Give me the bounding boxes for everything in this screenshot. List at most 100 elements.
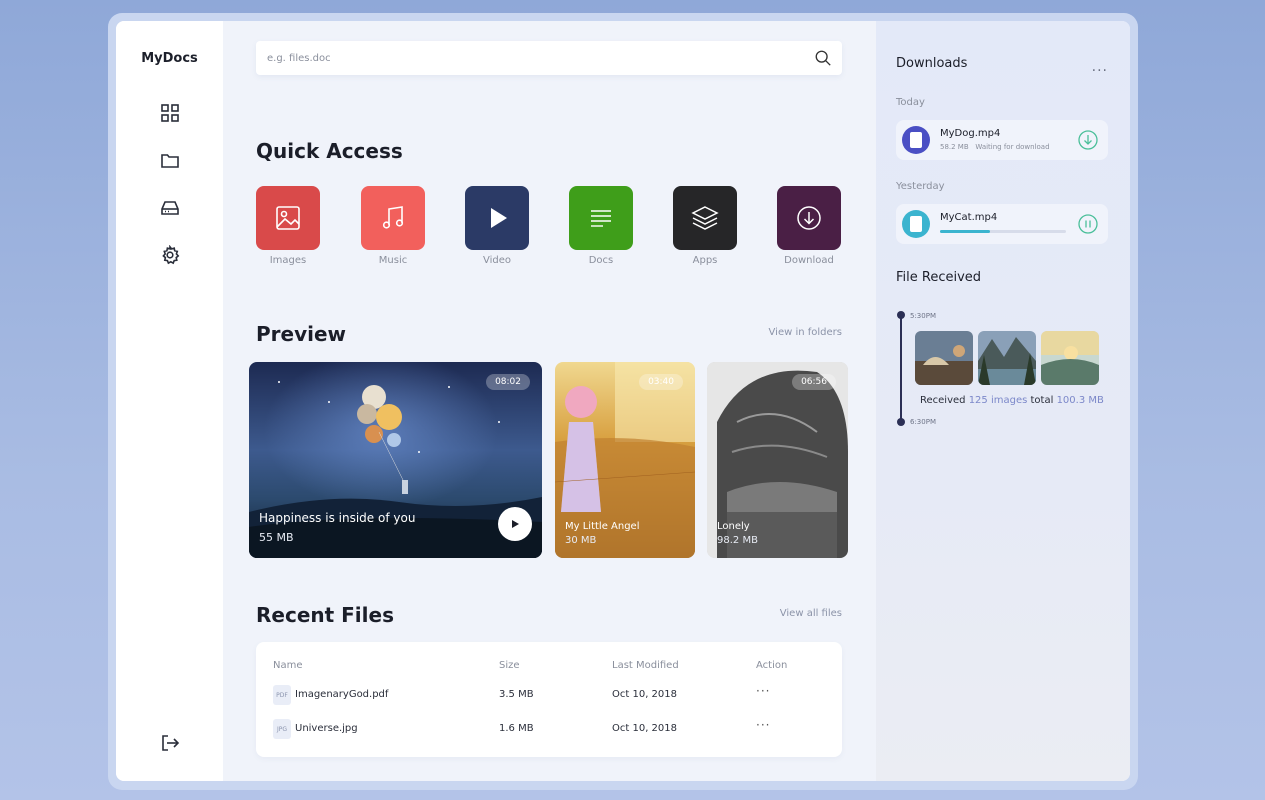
received-count: 125 images bbox=[968, 395, 1028, 406]
download-progress-bar bbox=[940, 230, 1066, 233]
logout-icon[interactable] bbox=[158, 731, 182, 755]
download-progress-fill bbox=[940, 230, 991, 233]
jpg-file-icon: JPG bbox=[273, 719, 291, 739]
music-tile[interactable] bbox=[361, 186, 425, 250]
docs-label: Docs bbox=[588, 255, 614, 266]
received-mid: total bbox=[1030, 395, 1054, 406]
column-header-last-modified[interactable]: Last Modified bbox=[612, 660, 679, 671]
file-received-title: File Received bbox=[896, 270, 982, 285]
card-size: 98.2 MB bbox=[717, 535, 758, 546]
file-modified: Oct 10, 2018 bbox=[612, 689, 677, 700]
quick-access-apps[interactable]: Apps bbox=[672, 186, 738, 266]
timeline-end-dot bbox=[897, 418, 905, 426]
card-size: 55 MB bbox=[259, 531, 294, 544]
video-file-icon bbox=[902, 210, 930, 238]
pdf-file-icon: PDF bbox=[273, 685, 291, 705]
duration-badge: 08:02 bbox=[486, 374, 530, 390]
recent-files-table: Name Size Last Modified Action PDF Image… bbox=[256, 642, 842, 757]
document-lines-icon bbox=[591, 210, 611, 227]
timeline-end-time: 6:30PM bbox=[910, 418, 936, 426]
file-name[interactable]: Universe.jpg bbox=[295, 723, 358, 734]
preview-card-lonely[interactable]: 06:56 Lonely 98.2 MB bbox=[707, 362, 848, 558]
download-tile[interactable] bbox=[777, 186, 841, 250]
card-title: Happiness is inside of you bbox=[259, 511, 416, 525]
apps-tile[interactable] bbox=[673, 186, 737, 250]
received-image-thumbnail[interactable] bbox=[915, 331, 973, 385]
group-label-today: Today bbox=[896, 97, 925, 108]
sidebar: MyDocs bbox=[116, 21, 223, 781]
video-label: Video bbox=[482, 255, 512, 266]
play-icon bbox=[491, 208, 507, 228]
quick-access-video[interactable]: Video bbox=[464, 186, 530, 266]
app-frame: MyDocs Quick Access bbox=[108, 13, 1138, 790]
main-content: Quick Access Images Music Video bbox=[223, 21, 876, 781]
timeline-line bbox=[900, 315, 902, 423]
received-summary: Received 125 images total 100.3 MB bbox=[920, 395, 1104, 406]
drive-icon[interactable] bbox=[158, 196, 182, 220]
apps-label: Apps bbox=[692, 255, 718, 266]
received-total: 100.3 MB bbox=[1056, 395, 1104, 406]
music-label: Music bbox=[378, 255, 408, 266]
download-status: Waiting for download bbox=[975, 143, 1050, 151]
received-prefix: Received bbox=[920, 395, 966, 406]
file-name[interactable]: ImagenaryGod.pdf bbox=[295, 689, 388, 700]
settings-gear-icon[interactable] bbox=[158, 243, 182, 267]
group-label-yesterday: Yesterday bbox=[896, 181, 945, 192]
download-meta: 58.2 MB Waiting for download bbox=[940, 143, 1050, 151]
video-tile[interactable] bbox=[465, 186, 529, 250]
received-image-thumbnail[interactable] bbox=[978, 331, 1036, 385]
column-header-size[interactable]: Size bbox=[499, 660, 520, 671]
download-label: Download bbox=[784, 255, 834, 266]
search-icon[interactable] bbox=[814, 49, 832, 67]
card-size: 30 MB bbox=[565, 535, 597, 546]
download-name: MyCat.mp4 bbox=[940, 212, 998, 223]
play-button[interactable] bbox=[498, 507, 532, 541]
music-note-icon bbox=[382, 206, 404, 229]
dashboard-grid-icon[interactable] bbox=[158, 101, 182, 125]
file-modified: Oct 10, 2018 bbox=[612, 723, 677, 734]
quick-access-music[interactable]: Music bbox=[360, 186, 426, 266]
download-item-mycat[interactable]: MyCat.mp4 bbox=[896, 204, 1108, 244]
column-header-action: Action bbox=[756, 660, 788, 671]
images-tile[interactable] bbox=[256, 186, 320, 250]
more-options-button[interactable]: ··· bbox=[1092, 63, 1108, 79]
download-size: 58.2 MB bbox=[940, 143, 969, 151]
search-input[interactable] bbox=[256, 41, 776, 75]
download-circle-icon[interactable] bbox=[1078, 130, 1098, 150]
download-item-mydog[interactable]: MyDog.mp4 58.2 MB Waiting for download bbox=[896, 120, 1108, 160]
row-actions-button[interactable]: ··· bbox=[756, 718, 770, 732]
quick-access-docs[interactable]: Docs bbox=[568, 186, 634, 266]
timeline-start-dot bbox=[897, 311, 905, 319]
recent-files-title: Recent Files bbox=[256, 603, 394, 627]
video-file-icon bbox=[902, 126, 930, 154]
duration-badge: 03:40 bbox=[639, 374, 683, 390]
card-title: Lonely bbox=[717, 521, 750, 532]
quick-access-images[interactable]: Images bbox=[255, 186, 321, 266]
received-image-thumbnail[interactable] bbox=[1041, 331, 1099, 385]
card-title: My Little Angel bbox=[565, 521, 640, 532]
timeline-start-time: 5:30PM bbox=[910, 312, 936, 320]
view-in-folders-link[interactable]: View in folders bbox=[769, 327, 842, 338]
folder-icon[interactable] bbox=[158, 149, 182, 173]
play-icon bbox=[512, 520, 519, 528]
row-actions-button[interactable]: ··· bbox=[756, 684, 770, 698]
search-bar bbox=[256, 41, 842, 75]
download-name: MyDog.mp4 bbox=[940, 128, 1001, 139]
view-all-files-link[interactable]: View all files bbox=[780, 608, 842, 619]
image-icon bbox=[276, 206, 300, 230]
downloads-panel: Downloads ··· Today MyDog.mp4 58.2 MB Wa… bbox=[876, 21, 1130, 781]
preview-card-happiness[interactable]: 08:02 Happiness is inside of you 55 MB bbox=[249, 362, 542, 558]
app-window: MyDocs Quick Access bbox=[116, 21, 1130, 781]
file-size: 1.6 MB bbox=[499, 723, 534, 734]
quick-access-title: Quick Access bbox=[256, 139, 403, 163]
duration-badge: 06:56 bbox=[792, 374, 836, 390]
preview-title: Preview bbox=[256, 322, 347, 346]
column-header-name[interactable]: Name bbox=[273, 660, 303, 671]
quick-access-download[interactable]: Download bbox=[776, 186, 842, 266]
brand-logo: MyDocs bbox=[141, 51, 198, 66]
docs-tile[interactable] bbox=[569, 186, 633, 250]
pause-circle-icon[interactable] bbox=[1078, 214, 1098, 234]
preview-card-my-little-angel[interactable]: 03:40 My Little Angel 30 MB bbox=[555, 362, 695, 558]
downloads-title: Downloads bbox=[896, 56, 968, 71]
layers-icon bbox=[691, 206, 719, 230]
